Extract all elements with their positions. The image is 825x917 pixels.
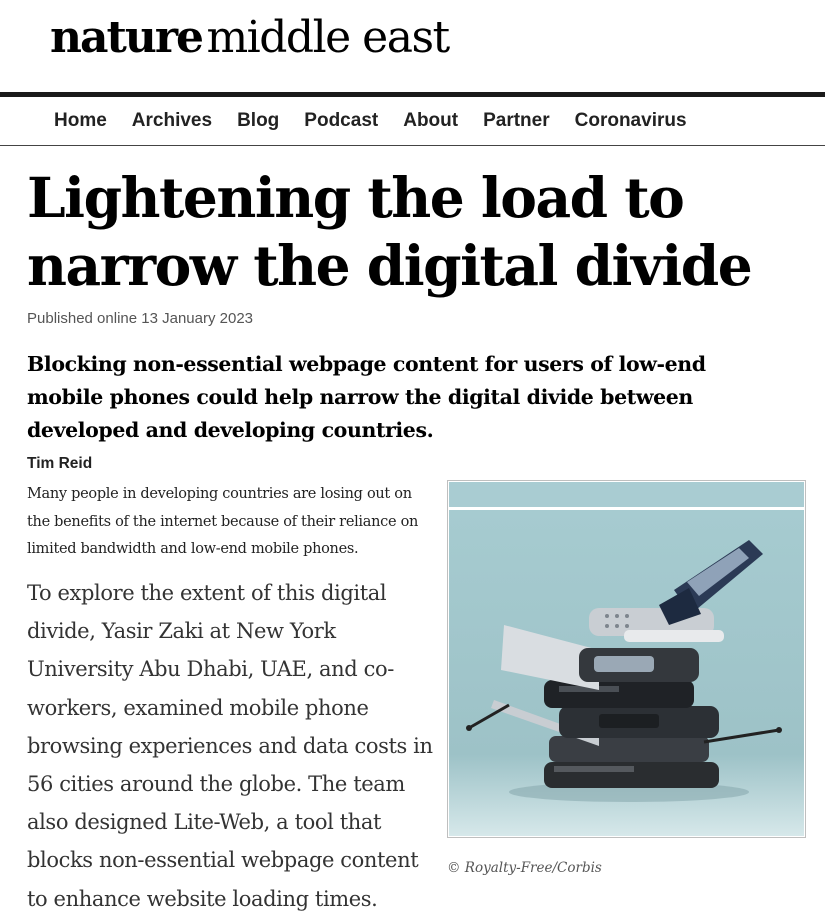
nav-item-archives[interactable]: Archives bbox=[132, 108, 212, 136]
nav-item-about[interactable]: About bbox=[403, 108, 458, 136]
article-figure bbox=[447, 480, 806, 838]
nav-item-blog[interactable]: Blog bbox=[237, 108, 279, 136]
author-name[interactable]: Tim Reid bbox=[27, 455, 92, 473]
nav-item-coronavirus[interactable]: Coronavirus bbox=[575, 108, 687, 136]
nav-item-podcast[interactable]: Podcast bbox=[304, 108, 378, 136]
nav-item-home[interactable]: Home bbox=[54, 108, 107, 136]
logo-middle-east-text: middle east bbox=[206, 12, 450, 63]
nav-item-partner[interactable]: Partner bbox=[483, 108, 550, 136]
publication-date: Published online 13 January 2023 bbox=[27, 310, 254, 327]
article-summary: Many people in developing countries are … bbox=[27, 486, 419, 557]
article-standfirst: Blocking non-essential webpage content f… bbox=[27, 352, 706, 442]
phones-stack-image bbox=[449, 510, 804, 836]
figure-top-band bbox=[449, 482, 804, 507]
main-nav: Home Archives Blog Podcast About Partner… bbox=[54, 108, 712, 136]
site-logo[interactable]: nature middle east bbox=[50, 12, 450, 72]
nav-bottom-rule bbox=[0, 145, 825, 146]
article-body-paragraph: To explore the extent of this digital di… bbox=[27, 581, 433, 911]
logo-nature-text: nature bbox=[50, 12, 204, 63]
article-headline: Lightening the load to narrow the digita… bbox=[27, 165, 753, 298]
nav-top-rule bbox=[0, 92, 825, 97]
figure-caption: © Royalty-Free/Corbis bbox=[447, 860, 602, 876]
